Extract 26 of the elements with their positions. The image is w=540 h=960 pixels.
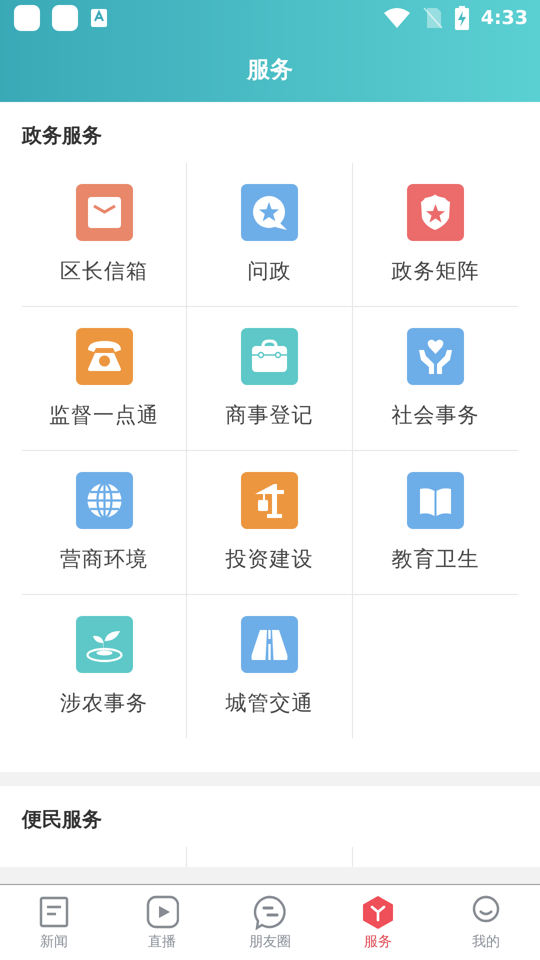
service-label[interactable]: 城管交通 <box>225 689 314 717</box>
chat-icon <box>253 894 287 930</box>
no-sim-icon <box>422 6 443 30</box>
service-label[interactable]: 投资建设 <box>225 545 314 573</box>
service-label[interactable]: 教育卫生 <box>391 545 480 573</box>
clock-time: 4:33 <box>480 7 528 29</box>
cube-icon <box>361 894 395 930</box>
service-label[interactable]: 商事登记 <box>225 401 314 429</box>
service-label[interactable]: 区长信箱 <box>60 257 148 285</box>
keyboard-icon <box>90 8 108 28</box>
service-label[interactable]: 社会事务 <box>391 401 480 429</box>
section-title: 便民服务 <box>22 806 103 833</box>
page-title: 服务 <box>247 56 293 84</box>
section-title: 政务服务 <box>22 122 103 149</box>
nav-tab[interactable]: 服务 <box>324 885 432 960</box>
battery-charging-icon <box>454 6 469 30</box>
service-label[interactable]: 涉农事务 <box>60 689 148 717</box>
service-label[interactable]: 政务矩阵 <box>391 257 480 285</box>
notification-icon <box>14 5 40 31</box>
wifi-icon <box>382 7 411 29</box>
notification-icon <box>52 5 78 31</box>
service-label[interactable]: 营商环境 <box>60 545 148 573</box>
play-icon <box>145 894 179 930</box>
service-label[interactable]: 监督一点通 <box>49 401 160 429</box>
service-label[interactable]: 问政 <box>247 257 292 285</box>
document-icon <box>37 894 71 930</box>
